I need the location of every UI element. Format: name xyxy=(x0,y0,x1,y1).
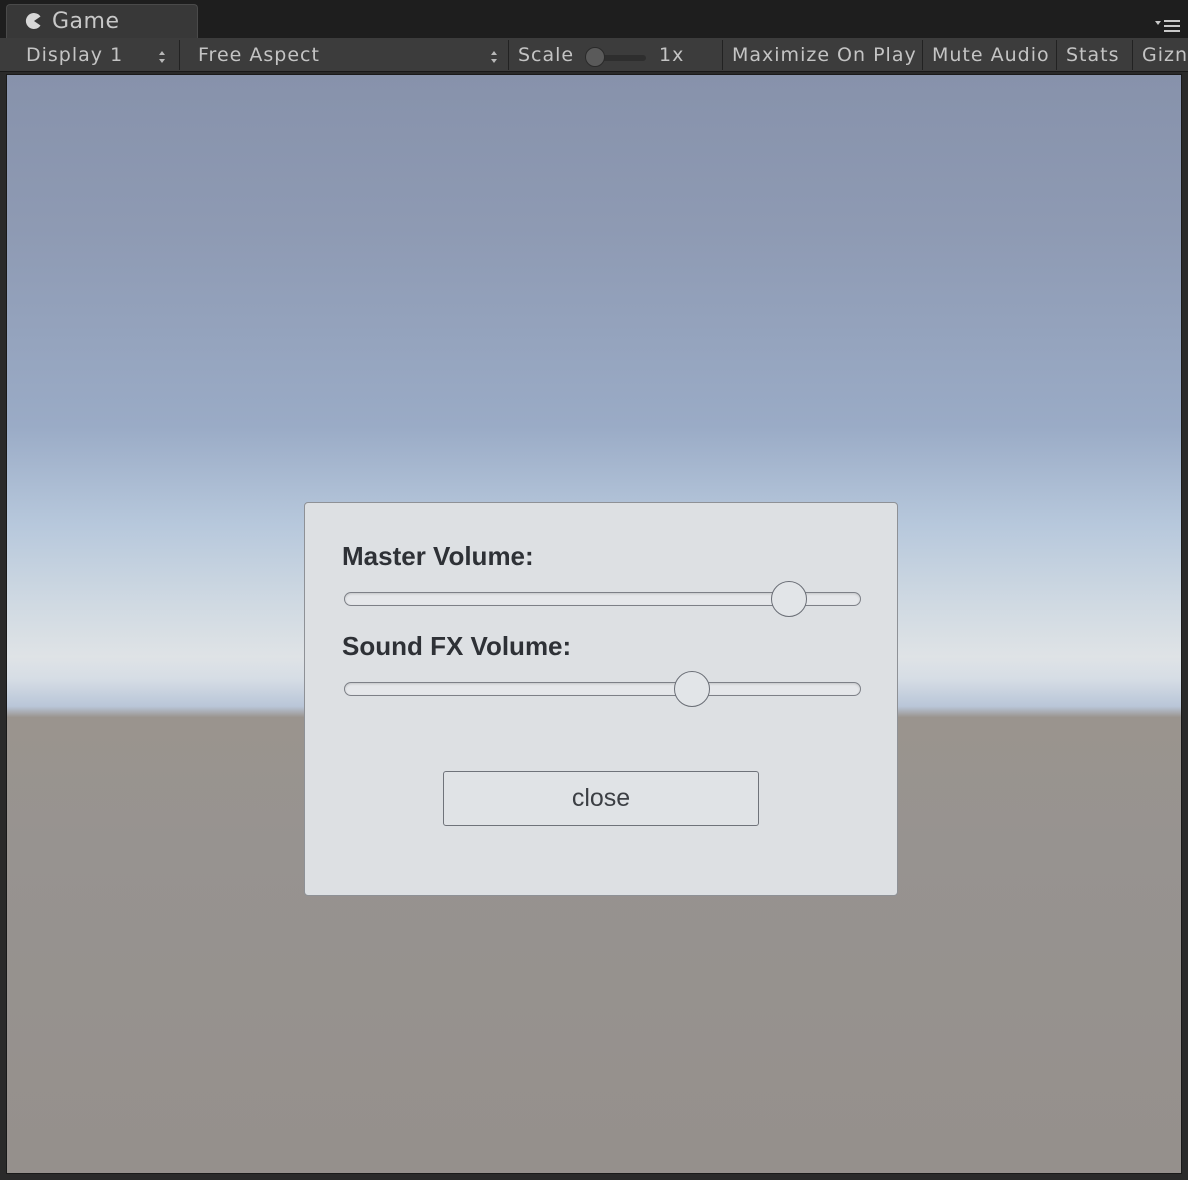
toolbar-separator xyxy=(508,40,509,70)
stats-toggle[interactable]: Stats xyxy=(1066,41,1126,69)
toolbar-separator xyxy=(722,40,723,70)
tab-label: Game xyxy=(52,9,120,34)
volume-settings-dialog: Master Volume: Sound FX Volume: close xyxy=(304,502,898,896)
master-volume-label: Master Volume: xyxy=(342,541,534,571)
pacman-icon xyxy=(25,13,41,29)
game-window: Game Display 1 Free Aspect Scale 1x Maxi… xyxy=(0,0,1188,1180)
sound-fx-volume-thumb[interactable] xyxy=(674,671,711,707)
toolbar-separator xyxy=(179,40,180,70)
game-viewport[interactable]: Master Volume: Sound FX Volume: close xyxy=(6,74,1182,1174)
tab-menu-icon[interactable] xyxy=(1152,16,1182,36)
updown-arrows-icon xyxy=(491,51,497,63)
gizmos-dropdown[interactable]: Gizn xyxy=(1142,41,1188,69)
aspect-dropdown[interactable]: Free Aspect xyxy=(186,41,504,69)
close-button[interactable]: close xyxy=(443,771,759,826)
updown-arrows-icon xyxy=(159,51,165,63)
sound-fx-volume-label: Sound FX Volume: xyxy=(342,631,572,661)
toolbar-separator xyxy=(922,40,923,70)
sound-fx-volume-track xyxy=(344,682,861,696)
scale-value: 1x xyxy=(659,44,685,66)
toolbar-separator xyxy=(1132,40,1133,70)
mute-audio-toggle[interactable]: Mute Audio xyxy=(932,41,1050,69)
tab-game[interactable]: Game xyxy=(6,4,198,38)
maximize-on-play-toggle[interactable]: Maximize On Play xyxy=(732,41,918,69)
master-volume-slider[interactable] xyxy=(344,581,861,617)
toolbar-separator xyxy=(1056,40,1057,70)
display-dropdown[interactable]: Display 1 xyxy=(8,41,176,69)
scale-label: Scale xyxy=(518,44,575,66)
display-label: Display 1 xyxy=(26,44,124,66)
aspect-label: Free Aspect xyxy=(198,44,320,66)
sound-fx-volume-slider[interactable] xyxy=(344,671,861,707)
tab-strip: Game xyxy=(0,0,1188,38)
scale-slider-knob[interactable] xyxy=(585,47,605,67)
master-volume-thumb[interactable] xyxy=(770,581,807,617)
